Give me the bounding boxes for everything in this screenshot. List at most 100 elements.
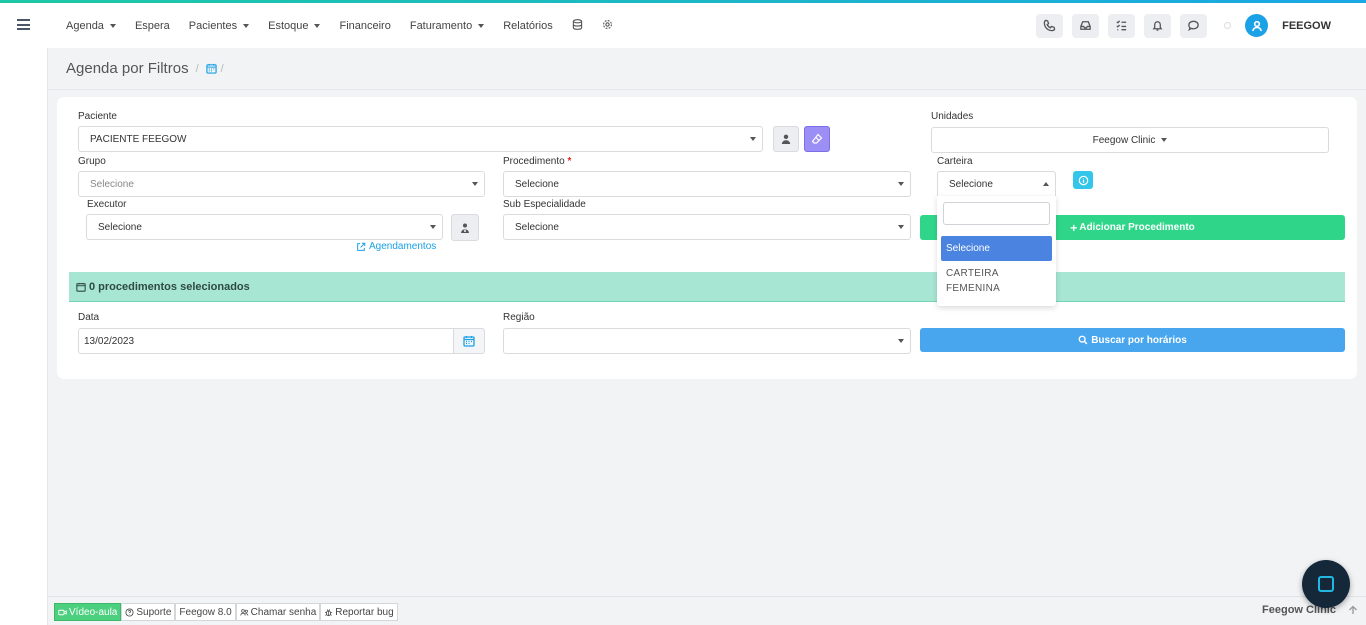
agendamentos-link[interactable]: Agendamentos — [356, 241, 436, 252]
nav-faturamento[interactable]: Faturamento — [410, 20, 485, 32]
nav-pacientes[interactable]: Pacientes — [188, 19, 250, 32]
nav-agenda-label: Agenda — [66, 19, 104, 32]
reportar-bug-button[interactable]: Reportar bug — [320, 603, 398, 621]
help-icon — [125, 607, 134, 617]
caret-down-icon — [109, 23, 116, 28]
paciente-value: PACIENTE FEEGOW — [90, 133, 187, 145]
tasks-icon[interactable] — [1108, 13, 1136, 38]
gear-icon[interactable] — [602, 19, 613, 33]
breadcrumb-separator: / — [195, 62, 199, 75]
dropdown-option-selecione[interactable]: Selecione — [941, 236, 1052, 261]
procedimentos-selecionados-bar: 0 procedimentos selecionados — [69, 272, 1345, 302]
calendar-icon[interactable] — [205, 63, 217, 74]
eraser-icon — [811, 133, 823, 144]
procedimento-select[interactable]: Selecione — [503, 171, 911, 197]
grupo-select[interactable]: Selecione — [78, 171, 485, 197]
procedimento-label: Procedimento * — [503, 156, 571, 167]
grupo-placeholder: Selecione — [90, 178, 134, 190]
regiao-label: Região — [503, 312, 535, 323]
patient-profile-button[interactable] — [773, 126, 799, 152]
chat-icon[interactable] — [1180, 13, 1208, 38]
data-input[interactable]: 13/02/2023 — [78, 328, 454, 354]
calendar-icon — [76, 282, 86, 292]
executor-value: Selecione — [98, 221, 142, 233]
caret-down-icon — [314, 23, 321, 28]
page-title: Agenda por Filtros — [66, 60, 189, 77]
breadcrumb: Agenda por Filtros / / — [48, 48, 1366, 90]
buscar-horarios-button[interactable]: Buscar por horários — [920, 328, 1345, 352]
nav-estoque[interactable]: Estoque — [268, 19, 321, 32]
unidades-value: Feegow Clinic — [1092, 134, 1156, 146]
carteira-label: Carteira — [937, 156, 973, 167]
footer-bar: Vídeo-aula Suporte Feegow 8.0 Chamar sen… — [48, 596, 1366, 625]
procedimentos-selecionados-text: 0 procedimentos selecionados — [89, 280, 250, 293]
top-navbar: Agenda Espera Pacientes Estoque Financei… — [0, 3, 1366, 48]
database-icon[interactable] — [572, 18, 583, 33]
floating-chat-button[interactable] — [1302, 560, 1350, 608]
nav-financeiro[interactable]: Financeiro — [339, 20, 390, 32]
nav-relatorios-label: Relatórios — [503, 19, 553, 32]
sub-especialidade-label: Sub Especialidade — [503, 199, 586, 210]
inbox-icon[interactable] — [1072, 13, 1100, 38]
phone-icon[interactable] — [1036, 13, 1064, 38]
users-icon — [240, 608, 248, 616]
chamar-senha-button[interactable]: Chamar senha — [235, 603, 321, 621]
nav-agenda[interactable]: Agenda — [66, 20, 116, 32]
paciente-label: Paciente — [78, 111, 117, 122]
chamar-senha-label: Chamar senha — [250, 606, 317, 618]
paciente-select[interactable]: PACIENTE FEEGOW — [78, 126, 763, 152]
nav-relatorios[interactable]: Relatórios — [503, 20, 553, 32]
user-icon — [781, 134, 791, 144]
external-link-icon — [357, 242, 366, 251]
agendamentos-link-label: Agendamentos — [369, 241, 437, 252]
video-aula-button[interactable]: Vídeo-aula — [54, 603, 122, 621]
sub-especialidade-value: Selecione — [515, 221, 559, 233]
unidades-label: Unidades — [931, 111, 974, 122]
caret-down-icon — [1161, 138, 1168, 142]
info-icon — [1078, 175, 1088, 185]
search-icon — [1078, 335, 1088, 345]
caret-down-icon — [472, 182, 478, 186]
avatar[interactable] — [1245, 14, 1269, 37]
add-procedimento-label: Adicionar Procedimento — [1079, 222, 1195, 233]
main-nav: Agenda Espera Pacientes Estoque Financei… — [66, 3, 632, 48]
nav-espera-label: Espera — [134, 19, 170, 32]
nav-pacientes-label: Pacientes — [188, 19, 238, 32]
reportar-bug-label: Reportar bug — [335, 606, 394, 618]
version-label: Feegow 8.0 — [175, 603, 236, 621]
executor-label: Executor — [87, 199, 127, 210]
sub-especialidade-select[interactable]: Selecione — [503, 214, 911, 240]
executor-select[interactable]: Selecione — [86, 214, 443, 240]
breadcrumb-separator: / — [220, 62, 224, 75]
caret-down-icon — [478, 23, 485, 28]
arrow-up-icon[interactable] — [1347, 604, 1359, 616]
bell-icon[interactable] — [1144, 13, 1172, 38]
unidades-select[interactable]: Feegow Clinic — [931, 127, 1329, 153]
video-aula-label: Vídeo-aula — [69, 606, 118, 618]
menu-icon[interactable] — [17, 19, 30, 30]
nav-espera[interactable]: Espera — [135, 20, 170, 32]
carteira-info-button[interactable] — [1073, 171, 1093, 189]
dropdown-option-carteira-femenina[interactable]: CARTEIRA FEMENINA — [946, 266, 1046, 296]
version-text: Feegow 8.0 — [179, 606, 232, 618]
regiao-select[interactable] — [503, 328, 911, 354]
status-indicator — [1224, 22, 1232, 29]
plus-icon: + — [1070, 220, 1078, 235]
procedimento-label-text: Procedimento — [503, 156, 565, 167]
executor-profile-button[interactable] — [451, 214, 479, 241]
carteira-select[interactable]: Selecione — [937, 171, 1056, 197]
username[interactable]: FEEGOW — [1282, 20, 1331, 32]
required-mark: * — [567, 156, 572, 167]
calendar-icon — [463, 336, 475, 347]
carteira-search-input[interactable] — [943, 202, 1050, 225]
caret-down-icon — [430, 225, 436, 229]
caret-up-icon — [1043, 182, 1049, 186]
caret-down-icon — [898, 225, 904, 229]
footer-items: Vídeo-aula Suporte Feegow 8.0 Chamar sen… — [54, 603, 398, 621]
video-icon — [58, 609, 67, 615]
user-doctor-icon — [461, 223, 469, 233]
suporte-button[interactable]: Suporte — [121, 603, 176, 621]
nav-estoque-label: Estoque — [268, 19, 309, 32]
clear-patient-button[interactable] — [804, 126, 830, 152]
date-picker-button[interactable] — [453, 328, 485, 354]
